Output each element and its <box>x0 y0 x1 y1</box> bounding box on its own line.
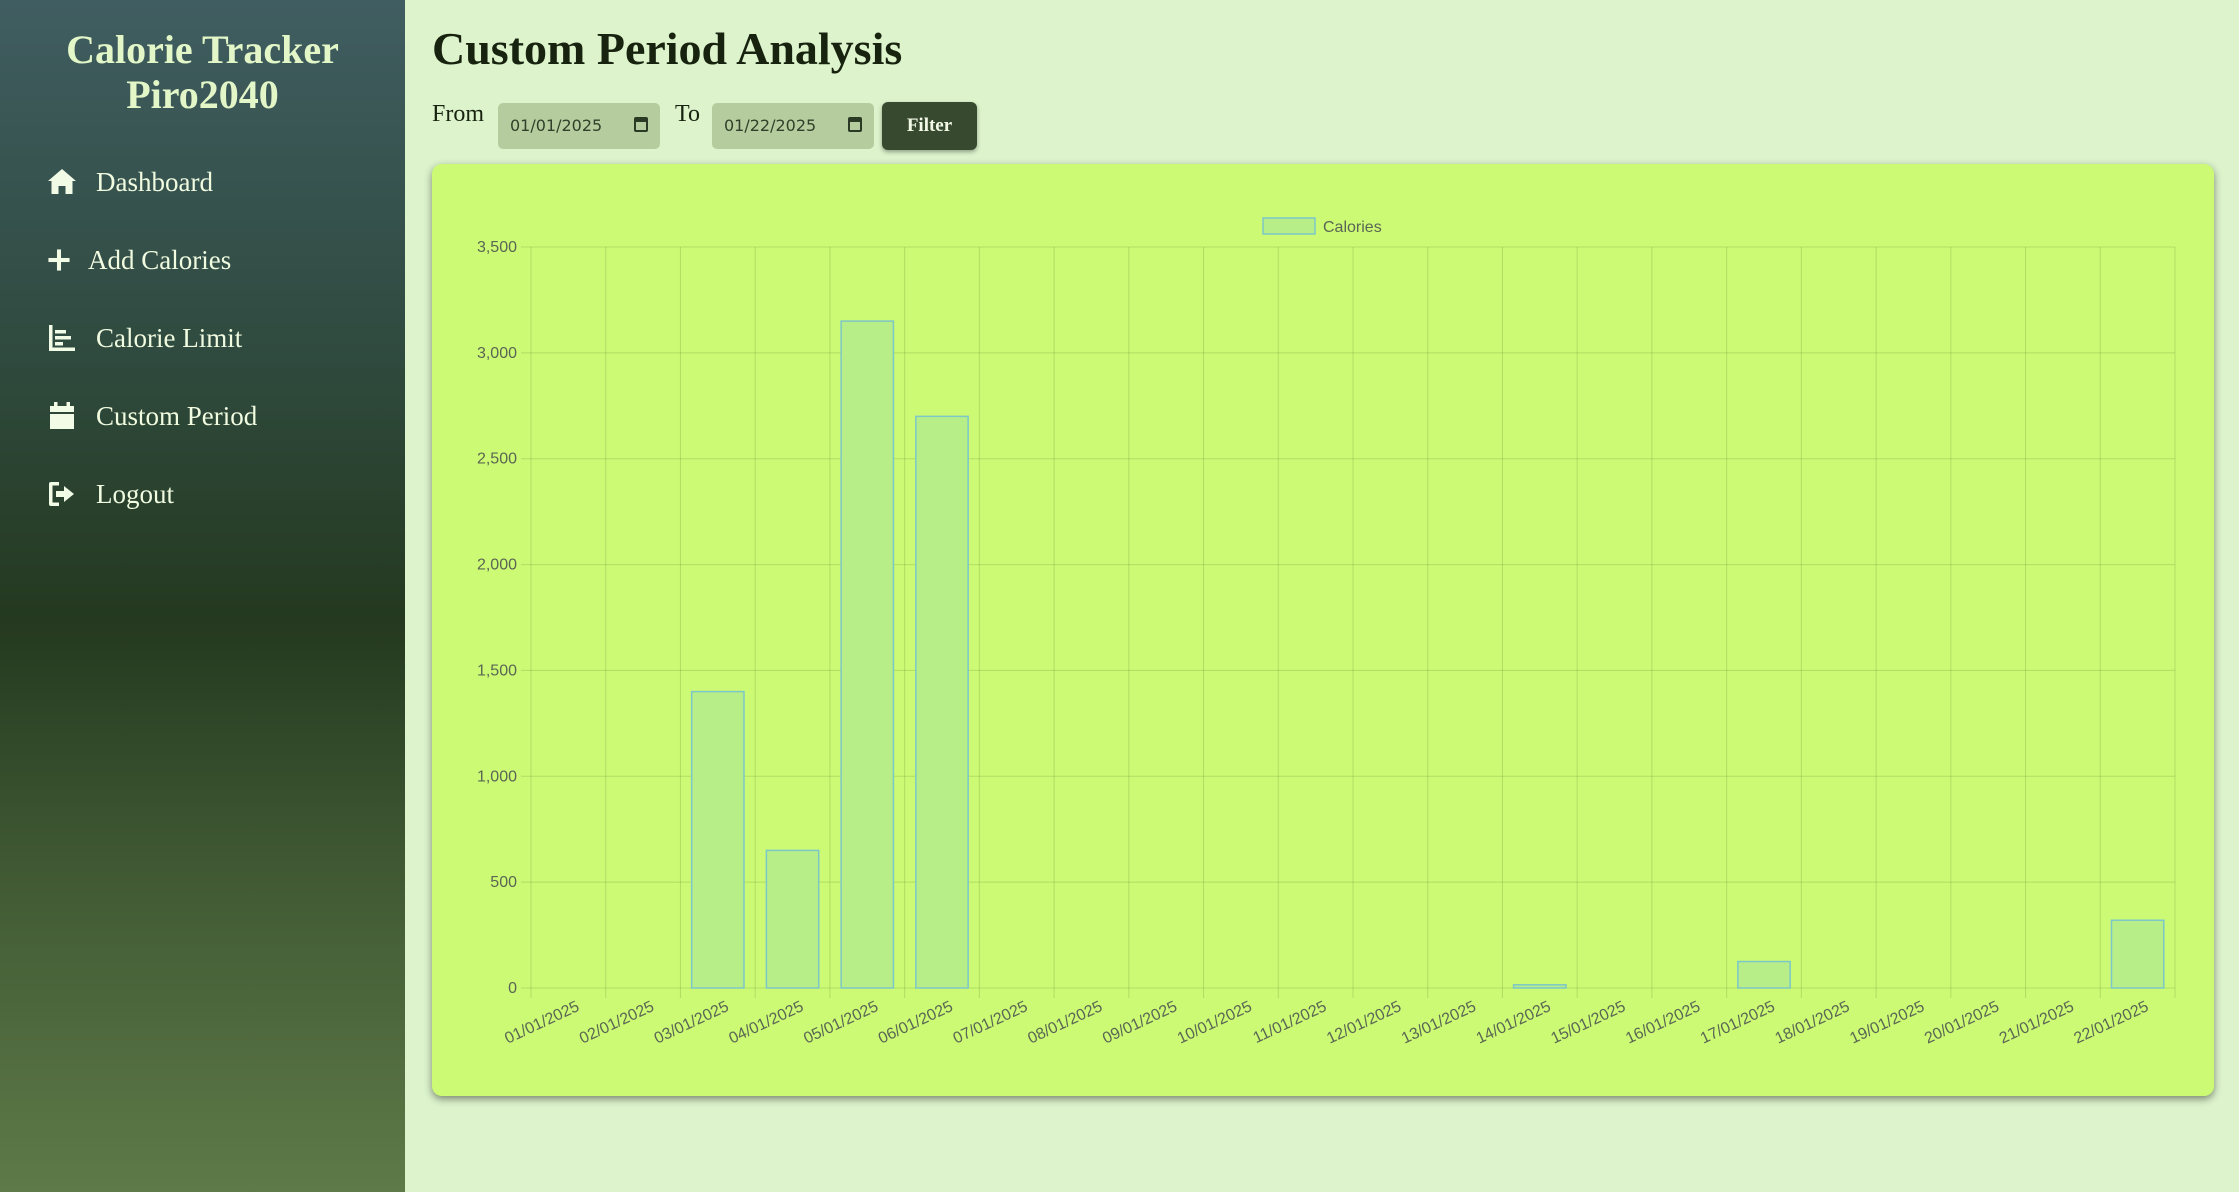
home-icon <box>48 169 76 194</box>
x-tick-label: 21/01/2025 <box>1997 998 2077 1047</box>
sidebar-item-label: Add Calories <box>88 244 232 275</box>
from-label: From <box>432 101 485 127</box>
x-tick-label: 17/01/2025 <box>1698 998 1778 1047</box>
bar <box>840 320 895 989</box>
x-tick-label: 04/01/2025 <box>726 998 806 1047</box>
calendar-picker-icon[interactable] <box>634 117 648 132</box>
x-tick-label: 19/01/2025 <box>1847 998 1927 1047</box>
sidebar-nav: Dashboard Add Calories Calorie Limit Cus… <box>0 143 405 533</box>
y-axis-ticks: 0 500 1,000 1,500 2,000 2,500 3,000 3,500 <box>477 239 517 997</box>
sidebar: Calorie Tracker Piro2040 Dashboard Add C… <box>0 0 405 1192</box>
bar <box>690 690 745 989</box>
from-date-value: 01/01/2025 <box>510 116 603 135</box>
app-title: Calorie Tracker <box>66 27 339 72</box>
x-tick-label: 02/01/2025 <box>577 998 657 1047</box>
x-tick-label: 10/01/2025 <box>1175 998 1255 1047</box>
bar <box>915 415 969 989</box>
x-axis-ticks: 01/01/202502/01/202503/01/202504/01/2025… <box>502 998 2151 1047</box>
y-tick-label: 3,500 <box>477 239 517 256</box>
date-filter: From 01/01/2025 To 01/22/2025 Filter <box>432 101 1132 150</box>
bar <box>1737 960 1791 989</box>
main-content: Custom Period Analysis From 01/01/2025 T… <box>405 0 2239 1192</box>
sidebar-item-label: Calorie Limit <box>96 322 243 353</box>
sidebar-item-logout[interactable]: Logout <box>0 455 405 533</box>
bar <box>1512 984 1567 989</box>
x-tick-label: 03/01/2025 <box>652 998 732 1047</box>
y-tick-label: 2,500 <box>477 451 517 468</box>
x-tick-label: 16/01/2025 <box>1623 998 1703 1047</box>
y-tick-label: 1,000 <box>477 768 517 785</box>
chart-card: 0 500 1,000 1,500 2,000 2,500 3,000 3,500 01/01… <box>432 164 2214 1096</box>
y-tick-label: 3,000 <box>477 345 517 362</box>
x-tick-label: 14/01/2025 <box>1474 998 1554 1047</box>
username: Piro2040 <box>126 72 279 117</box>
plus-icon <box>48 249 70 271</box>
calories-bar-chart: 0 500 1,000 1,500 2,000 2,500 3,000 3,500 01/01… <box>477 217 2176 1047</box>
x-tick-label: 11/01/2025 <box>1251 998 1330 1047</box>
x-tick-label: 18/01/2025 <box>1773 998 1853 1047</box>
calendar-icon <box>50 402 74 429</box>
x-tick-label: 09/01/2025 <box>1100 998 1180 1047</box>
y-tick-label: 1,500 <box>477 662 517 679</box>
x-tick-label: 08/01/2025 <box>1025 998 1105 1047</box>
x-tick-label: 12/01/2025 <box>1324 998 1404 1047</box>
chart-legend: Calories <box>1262 217 1382 236</box>
y-tick-label: 500 <box>490 874 517 891</box>
x-tick-label: 05/01/2025 <box>801 998 881 1047</box>
legend-swatch <box>1262 217 1316 235</box>
x-tick-label: 06/01/2025 <box>876 998 956 1047</box>
y-tick-label: 0 <box>508 980 517 997</box>
sidebar-item-label: Logout <box>96 478 174 509</box>
to-date-value: 01/22/2025 <box>724 116 817 135</box>
x-tick-label: 15/01/2025 <box>1548 998 1628 1047</box>
logout-icon <box>49 482 74 506</box>
sidebar-item-dashboard[interactable]: Dashboard <box>0 143 405 221</box>
filter-button[interactable]: Filter <box>882 102 977 150</box>
x-tick-label: 01/01/2025 <box>502 998 582 1047</box>
to-date-input[interactable]: 01/22/2025 <box>712 103 874 149</box>
chart-icon <box>49 325 75 351</box>
sidebar-item-calorie-limit[interactable]: Calorie Limit <box>0 299 405 377</box>
bar <box>2110 919 2165 989</box>
x-tick-label: 07/01/2025 <box>951 998 1031 1047</box>
sidebar-item-custom-period[interactable]: Custom Period <box>0 377 405 455</box>
app-brand: Calorie Tracker Piro2040 <box>0 27 405 117</box>
x-tick-label: 22/01/2025 <box>2072 998 2152 1047</box>
sidebar-item-label: Dashboard <box>96 166 213 197</box>
y-tick-label: 2,000 <box>477 557 517 574</box>
x-tick-label: 20/01/2025 <box>1922 998 2002 1047</box>
calendar-picker-icon[interactable] <box>848 117 862 132</box>
sidebar-item-label: Custom Period <box>96 400 258 431</box>
x-tick-label: 13/01/2025 <box>1399 998 1479 1047</box>
bar <box>765 849 820 989</box>
from-date-input[interactable]: 01/01/2025 <box>498 103 660 149</box>
to-label: To <box>675 101 700 127</box>
legend-label: Calories <box>1323 219 1382 236</box>
sidebar-item-add-calories[interactable]: Add Calories <box>0 221 405 299</box>
page-title: Custom Period Analysis <box>432 23 903 74</box>
